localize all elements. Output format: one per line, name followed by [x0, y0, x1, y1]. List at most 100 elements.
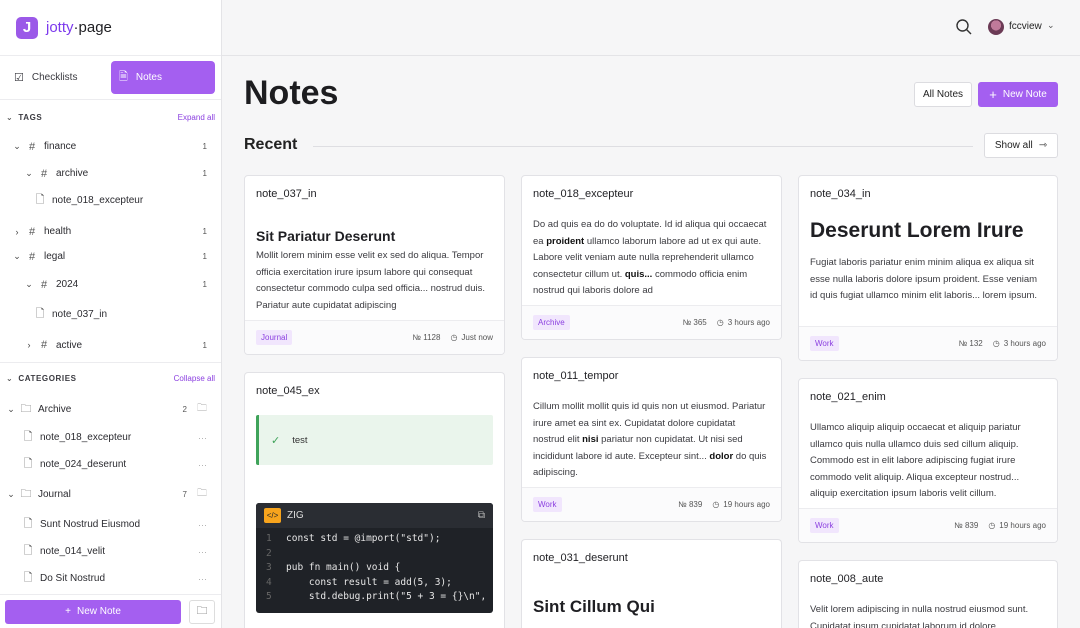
category-note-item[interactable]: 🗋 Sunt Nostrud Eiusmod ··· [0, 511, 221, 538]
code-line: 5 std.debug.print("5 + 3 = {}\n", [266, 591, 487, 602]
more-icon[interactable]: ··· [198, 547, 207, 557]
more-icon[interactable]: ··· [198, 520, 207, 530]
avatar[interactable] [988, 19, 1004, 35]
file-icon: 🗋 [23, 518, 33, 530]
code-block: </> ZIG ⧉ 1 const std = @import("std"); 2… [256, 503, 493, 613]
note-card[interactable]: note_021_enim Ullamco aliquip aliquip oc… [798, 378, 1058, 543]
code-line: 4 const result = add(5, 3); [266, 576, 452, 588]
new-note-button[interactable]: + New Note [978, 82, 1058, 107]
timestamp: 3 hours ago [727, 318, 770, 327]
categories-section-header[interactable]: ⌄ CATEGORIES Collapse all [0, 362, 221, 394]
username[interactable]: fccview [1009, 21, 1042, 32]
note-number: № 132 [958, 339, 983, 348]
category-tag[interactable]: Journal [256, 330, 293, 345]
all-notes-button[interactable]: All Notes [914, 82, 972, 107]
note-card[interactable]: note_031_deserunt Sint Cillum Qui [521, 539, 782, 628]
folder-open-icon: 🗀 [20, 402, 32, 415]
code-icon: </> [264, 508, 281, 523]
card-body: Do ad quis ea do do voluptate. Id id ali… [533, 219, 767, 296]
hash-icon: # [40, 167, 48, 180]
chevron-down-icon: ⌄ [13, 141, 21, 151]
more-icon[interactable]: ··· [198, 460, 207, 470]
tags-section-header[interactable]: ⌄ TAGS Expand all [0, 101, 221, 133]
note-icon: 🗎 [119, 71, 128, 83]
card-body: Velit lorem adipiscing in nulla nostrud … [810, 604, 1029, 628]
timestamp: 3 hours ago [1003, 339, 1046, 348]
add-folder-icon[interactable]: 🗀 [197, 401, 207, 418]
clock-icon: ◷ [450, 333, 458, 342]
tag-item-archive[interactable]: ⌄ # archive 1 [0, 160, 221, 187]
category-journal[interactable]: ⌄ 🗀 Journal 7 🗀 [0, 478, 221, 511]
divider [313, 146, 973, 147]
checklist-icon: ☑ [14, 72, 24, 84]
card-filename: note_031_deserunt [533, 552, 628, 564]
card-filename: note_008_aute [810, 573, 884, 585]
sidebar-new-note-button[interactable]: + New Note [5, 599, 181, 624]
tag-item-legal[interactable]: ⌄ # legal 1 [0, 245, 221, 268]
tag-item-active[interactable]: › # active 1 [0, 328, 221, 362]
note-number: № 365 [682, 318, 707, 327]
category-note-item[interactable]: 🗋 note_018_excepteur ··· [0, 424, 221, 451]
clock-icon: ◷ [992, 339, 1000, 348]
chevron-right-icon: › [27, 340, 31, 350]
tag-note-item[interactable]: 🗋 note_018_excepteur [0, 187, 221, 214]
category-note-item[interactable]: 🗋 note_024_deserunt ··· [0, 451, 221, 478]
category-tag[interactable]: Work [810, 518, 839, 533]
tag-note-item[interactable]: 🗋 note_037_in [0, 301, 221, 328]
card-filename: note_018_excepteur [533, 188, 634, 200]
expand-all-button[interactable]: Expand all [178, 113, 215, 122]
category-tag[interactable]: Archive [533, 315, 570, 330]
logo[interactable]: J jotty·page [0, 0, 221, 56]
code-lines: 1 const std = @import("std"); 2 3 pub fn m… [256, 528, 493, 606]
category-note-item[interactable]: 🗋 Do Sit Nostrud ··· [0, 565, 221, 592]
sidebar-tree: ⌄ TAGS Expand all ⌄ # finance 1 ⌄ # archive… [0, 101, 221, 595]
card-filename: note_011_tempor [533, 370, 619, 382]
arrow-right-icon: ⇾ [1038, 140, 1048, 151]
note-card[interactable]: note_037_in Sit Pariatur Deserunt Mollit… [244, 175, 505, 355]
more-icon[interactable]: ··· [198, 574, 207, 584]
card-filename: note_021_enim [810, 391, 886, 403]
more-icon[interactable]: ··· [198, 433, 207, 443]
file-icon: 🗋 [35, 194, 45, 206]
collapse-all-button[interactable]: Collapse all [174, 374, 215, 383]
card-footer: Work № 839 ◷ 19 hours ago [522, 487, 781, 521]
plus-icon: + [65, 606, 71, 617]
new-category-button[interactable]: 🗀 [189, 599, 215, 624]
card-body: Cillum mollit mollit quis id quis non ut… [533, 401, 767, 478]
note-card[interactable]: note_018_excepteur Do ad quis ea do do v… [521, 175, 782, 340]
tag-item-finance[interactable]: ⌄ # finance 1 [0, 133, 221, 160]
folder-open-icon: 🗀 [20, 488, 32, 500]
note-number: № 1128 [412, 333, 441, 342]
hash-icon: # [28, 225, 36, 238]
show-all-button[interactable]: Show all ⇾ [984, 133, 1058, 158]
chevron-down-icon: ⌄ [6, 374, 14, 383]
top-bar: fccview ⌄ [222, 0, 1080, 56]
timestamp: Just now [461, 333, 493, 342]
checklists-tab[interactable]: ☑ Checklists [6, 61, 106, 94]
code-line: 3 pub fn main() void { [266, 562, 401, 573]
file-icon: 🗋 [23, 431, 33, 443]
category-tag[interactable]: Work [533, 497, 562, 512]
notes-tab[interactable]: 🗎 Notes [111, 61, 215, 94]
chevron-down-icon: ⌄ [7, 489, 15, 499]
search-icon[interactable] [955, 18, 973, 36]
file-icon: 🗋 [23, 545, 33, 557]
chevron-down-icon[interactable]: ⌄ [1047, 20, 1055, 31]
tag-item-2024[interactable]: ⌄ # 2024 1 [0, 268, 221, 301]
note-card[interactable]: note_008_aute Velit lorem adipiscing in … [798, 560, 1058, 628]
note-number: № 839 [678, 500, 703, 509]
note-card[interactable]: note_034_in Deserunt Lorem Irure Fugiat … [798, 175, 1058, 361]
note-card[interactable]: note_045_ex ✓ test </> ZIG ⧉ 1 const std =… [244, 372, 505, 628]
copy-icon[interactable]: ⧉ [478, 510, 485, 521]
sidebar-footer: + New Note 🗀 [0, 594, 221, 628]
note-card[interactable]: note_011_tempor Cillum mollit mollit qui… [521, 357, 782, 522]
category-tag[interactable]: Work [810, 336, 839, 351]
category-note-item[interactable]: 🗋 note_014_velit ··· [0, 538, 221, 565]
category-archive[interactable]: ⌄ 🗀 Archive 2 🗀 [0, 394, 221, 424]
card-filename: note_037_in [256, 188, 317, 200]
app-name: jotty·page [46, 19, 112, 36]
timestamp: 19 hours ago [999, 521, 1046, 530]
add-folder-icon[interactable]: 🗀 [197, 486, 207, 503]
card-footer: Work № 132 ◷ 3 hours ago [799, 326, 1057, 360]
tag-item-health[interactable]: › # health 1 [0, 218, 221, 245]
